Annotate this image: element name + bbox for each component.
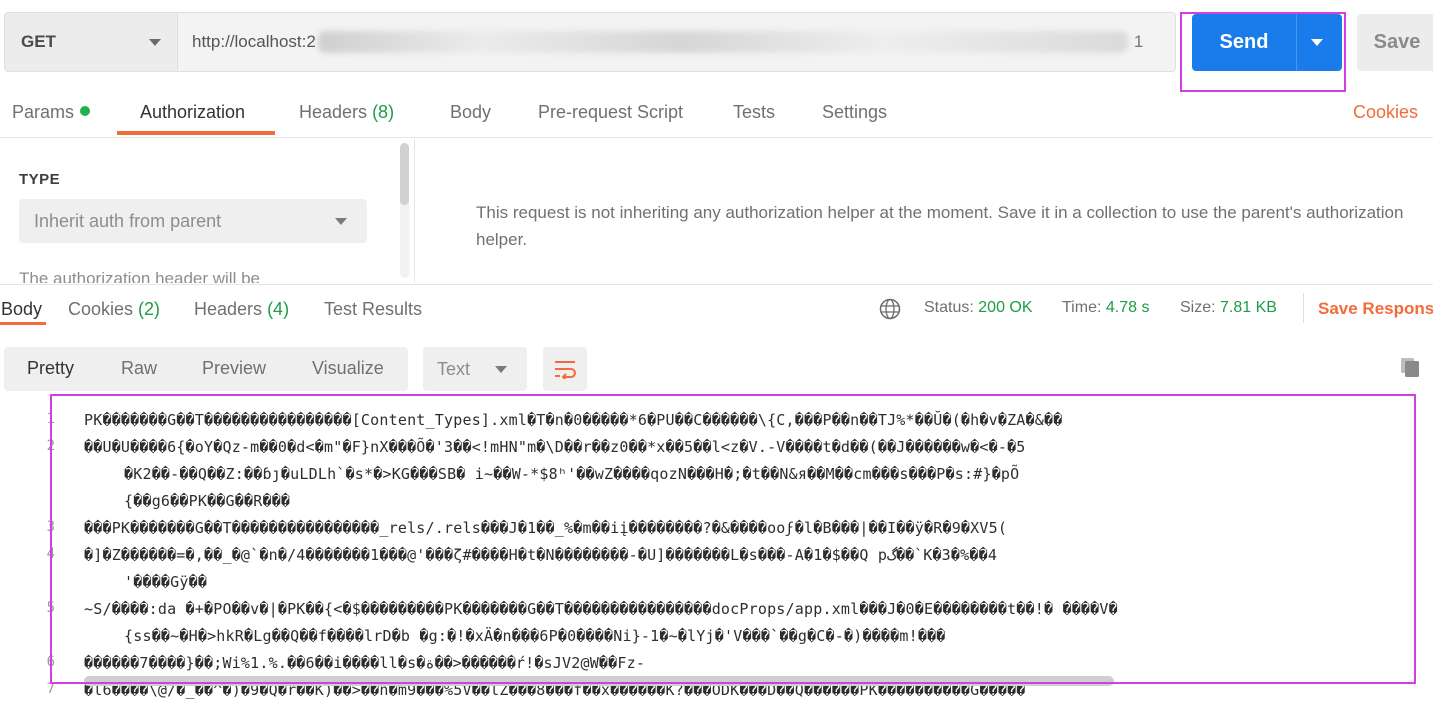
request-bar: GET http://localhost:2 1 Send Save	[4, 12, 1433, 92]
save-button[interactable]: Save	[1357, 14, 1433, 71]
response-tab-cookies-label: Cookies	[68, 299, 134, 319]
response-tab-cookies[interactable]: Cookies (2)	[68, 299, 160, 320]
time-readout[interactable]: Time: 4.78 s	[1062, 299, 1149, 317]
line-number: 4	[46, 546, 55, 562]
response-tab-headers-count: (4)	[267, 299, 290, 319]
code-line: �]�Z������=�,��_�@`�n�/4�������1���@'���…	[84, 546, 998, 564]
auth-type-panel: TYPE Inherit auth from parent The author…	[0, 139, 415, 283]
line-number: 5	[46, 600, 55, 616]
request-tabs: Params Authorization Headers (8) Body Pr…	[0, 96, 1433, 138]
code-line: ���PK�������G��T����������������_rels/.r…	[84, 519, 1008, 537]
auth-type-label: TYPE	[19, 171, 61, 188]
url-suffix: 1	[1133, 32, 1144, 51]
cookies-link[interactable]: Cookies	[1353, 102, 1418, 123]
response-active-tab-indicator	[0, 322, 46, 325]
format-select[interactable]: Text	[423, 347, 527, 391]
format-value: Text	[437, 358, 471, 379]
globe-icon[interactable]	[879, 298, 901, 320]
auth-scrollbar-thumb[interactable]	[400, 143, 409, 205]
response-tab-cookies-count: (2)	[138, 299, 161, 319]
method-select[interactable]: GET	[4, 12, 178, 72]
tab-headers-count: (8)	[372, 102, 395, 122]
size-readout[interactable]: Size: 7.81 KB	[1180, 299, 1277, 317]
status-readout[interactable]: Status: 200 OK	[924, 299, 1033, 317]
line-number: 2	[46, 438, 55, 454]
copy-icon[interactable]	[1398, 355, 1422, 379]
view-preview-button[interactable]: Preview	[202, 358, 266, 379]
tab-settings[interactable]: Settings	[822, 102, 887, 123]
auth-note-text: The authorization header will be	[19, 269, 260, 283]
response-tab-test-results[interactable]: Test Results	[324, 299, 422, 320]
response-tab-body[interactable]: Body	[1, 299, 42, 320]
chevron-down-icon	[495, 366, 507, 373]
chevron-down-icon	[149, 39, 161, 46]
tab-params-label: Params	[12, 102, 75, 122]
tab-params[interactable]: Params	[12, 102, 91, 123]
auth-type-value: Inherit auth from parent	[34, 210, 222, 231]
code-line: ������7����}��;Wi%1.%.��6��i����ll�s�ة��…	[84, 654, 646, 672]
code-line-wrapped: {��g6��PK��G��R���	[124, 492, 291, 510]
response-bar: Body Cookies (2) Headers (4) Test Result…	[0, 284, 1433, 332]
url-redacted-region	[317, 31, 1128, 53]
url-input[interactable]: http://localhost:2 1	[178, 12, 1176, 72]
tab-pre-request-script[interactable]: Pre-request Script	[538, 102, 683, 123]
code-line-wrapped: {ss��~�H�>hkR�Lg��Q��f����lrD�b �g:�!�xÄ…	[124, 627, 946, 645]
line-number: 7	[46, 681, 55, 697]
active-tab-indicator	[117, 131, 275, 135]
size-label: Size:	[1180, 299, 1216, 316]
code-line-wrapped: '����Gÿ��	[124, 573, 208, 591]
stats-divider	[1303, 293, 1304, 323]
code-line: ~S/����:da �+�PO��v�|�PK��{<�$���������P…	[84, 600, 1118, 618]
response-body-viewer[interactable]: 1 2 3 4 5 6 7 PK�������G��T�������������…	[0, 393, 1433, 704]
code-line: ��U�U����6{�oY�Qz-m��0�d<�m"�F}nX���Õ�'3…	[84, 438, 1026, 456]
chevron-down-icon	[335, 218, 347, 225]
view-pretty-button[interactable]: Pretty	[27, 358, 74, 379]
code-horizontal-scrollbar[interactable]	[84, 676, 1114, 686]
url-prefix: http://localhost:2	[192, 32, 316, 51]
view-mode-group: Pretty Raw Preview Visualize	[4, 347, 408, 391]
response-tab-headers-label: Headers	[194, 299, 263, 319]
code-line: PK�������G��T����������������[Content_Ty…	[84, 411, 1063, 429]
line-number: 6	[46, 654, 55, 670]
tab-authorization[interactable]: Authorization	[140, 102, 245, 123]
time-value: 4.78 s	[1105, 299, 1150, 316]
line-number: 1	[46, 411, 55, 427]
auth-type-select[interactable]: Inherit auth from parent	[19, 199, 367, 243]
status-value: 200 OK	[978, 299, 1033, 316]
response-tab-headers[interactable]: Headers (4)	[194, 299, 289, 320]
save-response-button[interactable]: Save Respons	[1318, 299, 1433, 319]
params-active-dot-icon	[80, 106, 91, 116]
tab-body[interactable]: Body	[450, 102, 491, 123]
tab-tests[interactable]: Tests	[733, 102, 775, 123]
code-line-wrapped: �K2��-��Q��Z:��ɓȷ�uLDLh`�s*�>KG���SB� i~…	[124, 465, 1020, 483]
view-raw-button[interactable]: Raw	[121, 358, 157, 379]
line-number: 3	[46, 519, 55, 535]
send-highlight-box	[1180, 12, 1346, 92]
size-value: 7.81 KB	[1220, 299, 1277, 316]
method-label: GET	[21, 32, 56, 51]
wrap-lines-button[interactable]	[543, 347, 587, 391]
tab-headers-label: Headers	[299, 102, 368, 122]
status-label: Status:	[924, 299, 974, 316]
view-visualize-button[interactable]: Visualize	[312, 358, 384, 379]
tab-headers[interactable]: Headers (8)	[299, 102, 394, 123]
wrap-lines-icon	[555, 361, 576, 379]
time-label: Time:	[1062, 299, 1102, 316]
auth-info-message: This request is not inheriting any autho…	[476, 203, 1404, 249]
